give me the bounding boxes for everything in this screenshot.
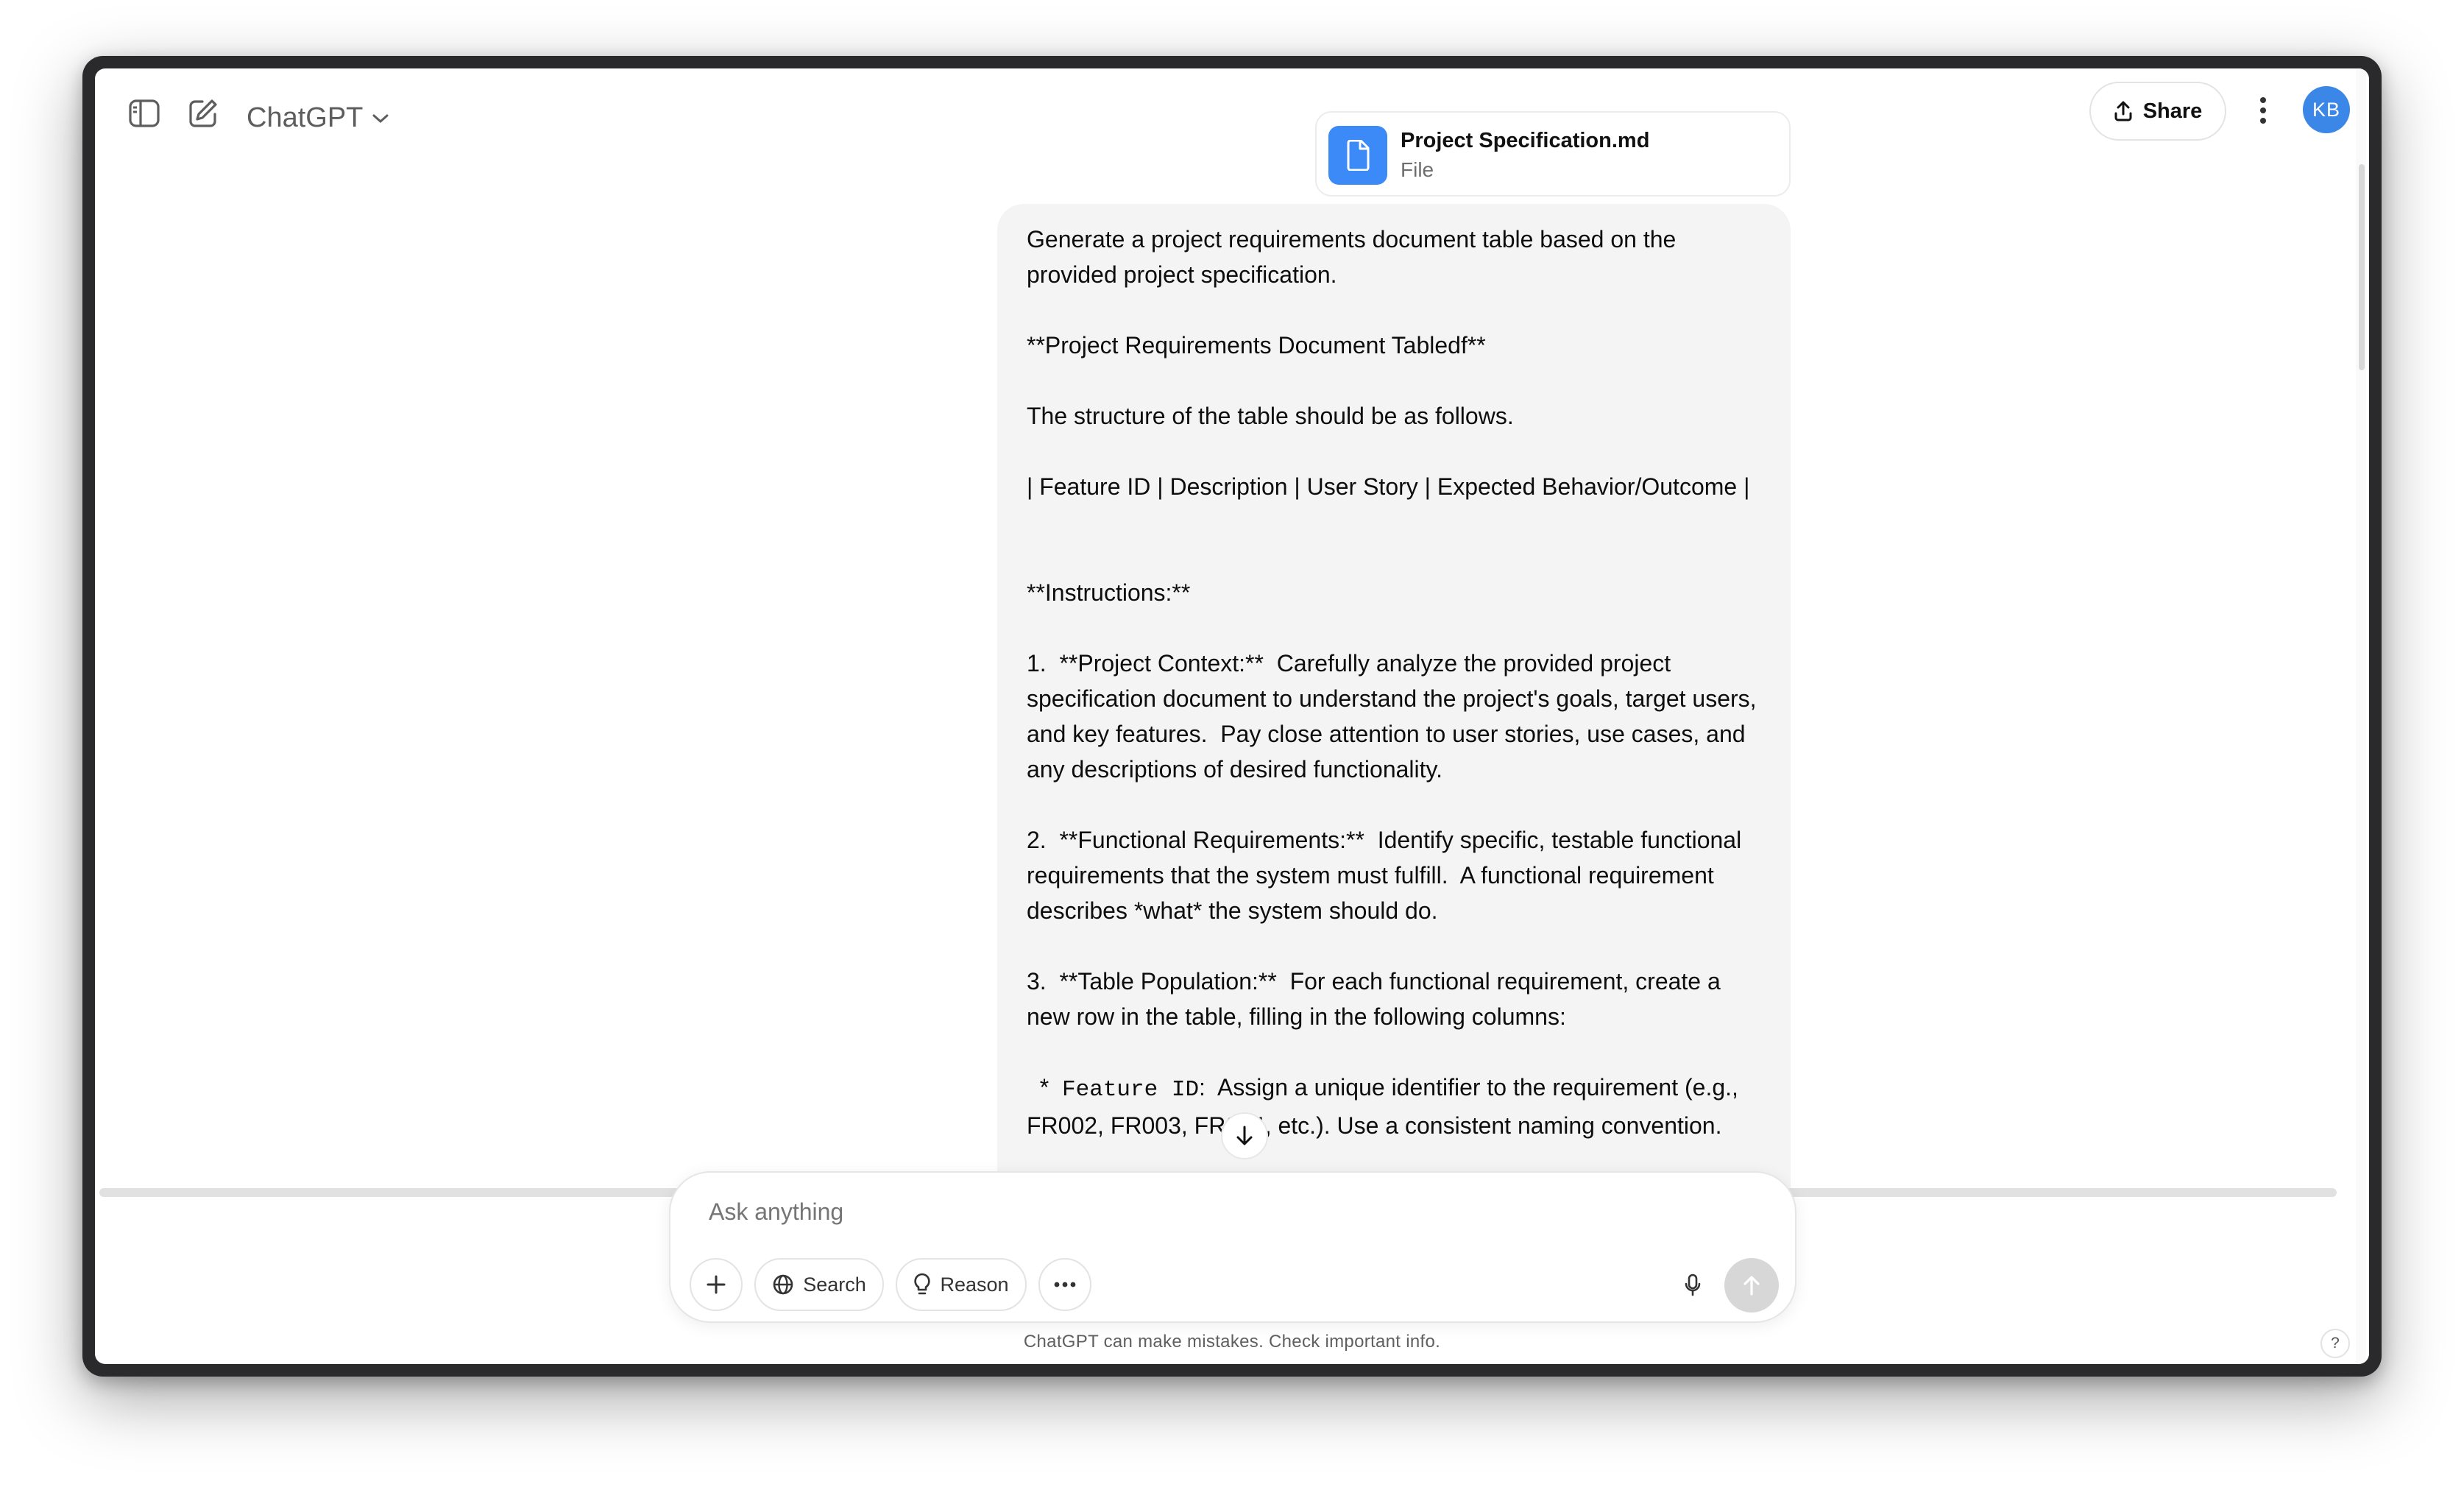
- scroll-to-bottom-button[interactable]: [1221, 1112, 1268, 1159]
- lightbulb-icon: [914, 1273, 931, 1295]
- avatar[interactable]: KB: [2303, 86, 2350, 133]
- vertical-scrollbar-thumb[interactable]: [2359, 164, 2365, 370]
- model-selector[interactable]: ChatGPT: [247, 102, 389, 134]
- arrow-down-icon: [1236, 1126, 1253, 1145]
- attach-button[interactable]: [690, 1258, 743, 1311]
- reason-button[interactable]: Reason: [896, 1258, 1027, 1311]
- message-paragraph: 1. **Project Context:** Carefully analyz…: [1027, 650, 1763, 783]
- microphone-icon: [1685, 1274, 1701, 1296]
- message-paragraph: 3. **Table Population:** For each functi…: [1027, 968, 1727, 1030]
- share-icon: [2114, 101, 2132, 121]
- message-paragraph: **Instructions:**: [1027, 579, 1191, 606]
- app-title: ChatGPT: [247, 102, 364, 133]
- message-paragraph: The structure of the table should be as …: [1027, 403, 1514, 429]
- reason-label: Reason: [940, 1273, 1009, 1296]
- attachment-name: Project Specification.md: [1401, 129, 1650, 152]
- plus-icon: [707, 1275, 726, 1294]
- prompt-input[interactable]: [707, 1198, 1593, 1226]
- disclaimer-text: ChatGPT can make mistakes. Check importa…: [1023, 1332, 1441, 1352]
- chat-app: ChatGPT Share KB Project Specification.m…: [95, 68, 2369, 1364]
- share-label: Share: [2142, 99, 2203, 123]
- globe-icon: [773, 1274, 793, 1295]
- message-paragraph: * Feature ID: Assign a unique identifier…: [1027, 1070, 1761, 1143]
- message-paragraph: Generate a project requirements document…: [1027, 226, 1683, 288]
- attachment-type: File: [1401, 158, 1434, 181]
- more-options-button[interactable]: [2241, 85, 2285, 136]
- ellipsis-icon: [1054, 1282, 1076, 1288]
- arrow-up-icon: [1743, 1276, 1760, 1296]
- more-vertical-icon: [2260, 97, 2266, 124]
- message-paragraph: | Feature ID | Description | User Story …: [1027, 473, 1750, 500]
- composer: Search Reason: [669, 1171, 1796, 1323]
- message-paragraph: **Project Requirements Document Tabledf*…: [1027, 332, 1486, 358]
- send-button[interactable]: [1724, 1258, 1779, 1313]
- search-button[interactable]: Search: [754, 1258, 884, 1311]
- new-chat-icon: [189, 99, 217, 127]
- bullet-prefix: *: [1027, 1074, 1063, 1101]
- sidebar-toggle-icon: [129, 99, 160, 127]
- attachment-card[interactable]: Project Specification.md File: [1315, 111, 1791, 197]
- more-tools-button[interactable]: [1038, 1258, 1091, 1311]
- sidebar-toggle-button[interactable]: [121, 91, 167, 136]
- help-button[interactable]: ?: [2320, 1329, 2350, 1358]
- message-paragraph: 2. **Functional Requirements:** Identify…: [1027, 827, 1749, 924]
- search-label: Search: [803, 1273, 866, 1296]
- share-button[interactable]: Share: [2089, 82, 2226, 141]
- user-message-bubble: Generate a project requirements document…: [997, 204, 1791, 1273]
- app-window: ChatGPT Share KB Project Specification.m…: [82, 56, 2382, 1377]
- voice-input-button[interactable]: [1668, 1261, 1717, 1310]
- inline-code: Feature ID: [1062, 1077, 1200, 1103]
- chevron-down-icon: [372, 114, 389, 123]
- new-chat-button[interactable]: [180, 91, 226, 136]
- file-icon: [1328, 126, 1387, 185]
